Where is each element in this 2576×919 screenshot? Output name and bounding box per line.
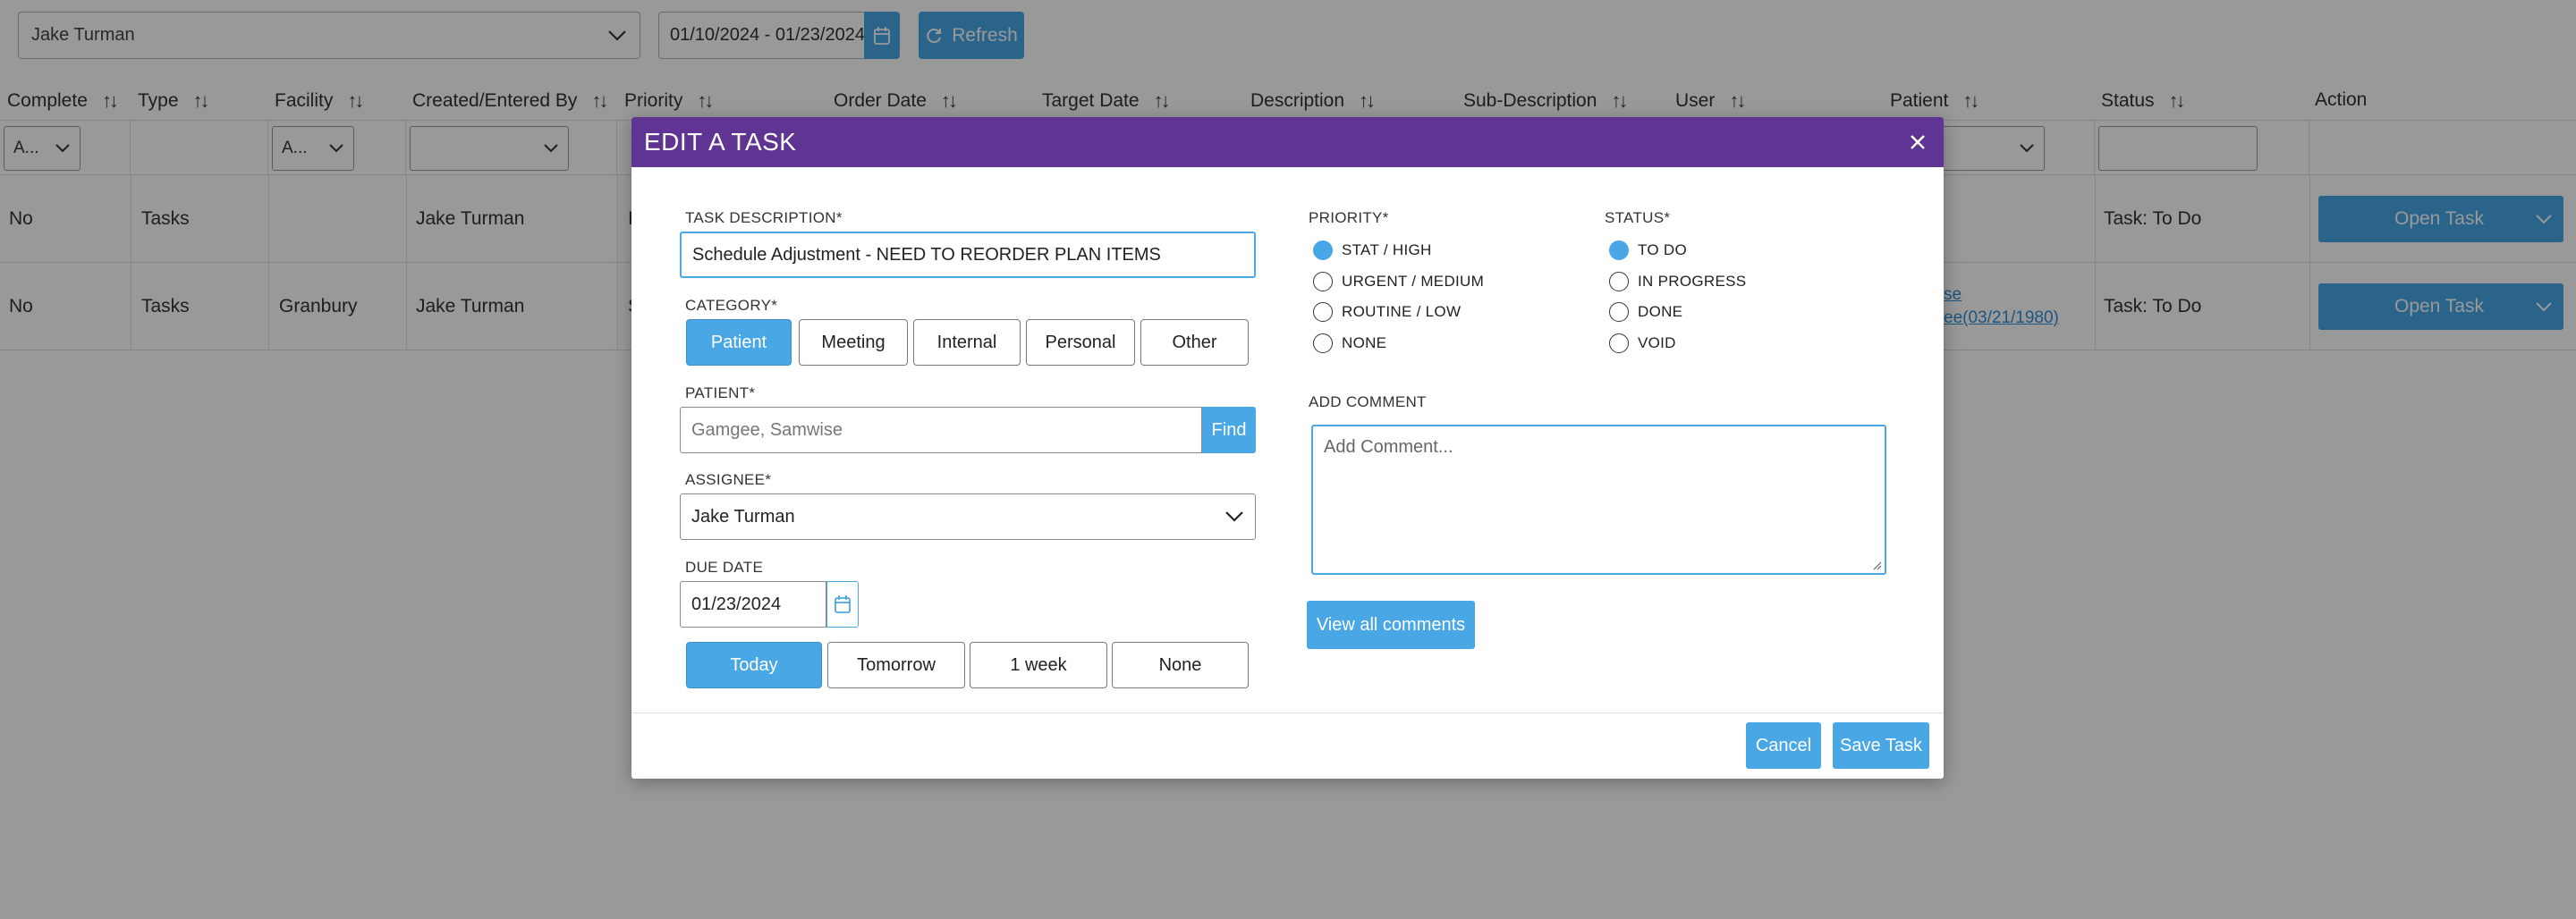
category-personal-button[interactable]: Personal bbox=[1026, 319, 1135, 366]
comment-textarea[interactable]: Add Comment... bbox=[1311, 425, 1886, 575]
category-meeting-button[interactable]: Meeting bbox=[799, 319, 908, 366]
due-date-input[interactable]: 01/23/2024 bbox=[680, 581, 826, 628]
close-icon[interactable] bbox=[1904, 129, 1931, 156]
resize-handle-icon[interactable] bbox=[1871, 560, 1882, 570]
comment-placeholder: Add Comment... bbox=[1324, 437, 1453, 457]
due-today-button[interactable]: Today bbox=[686, 642, 822, 688]
due-none-button[interactable]: None bbox=[1112, 642, 1249, 688]
task-description-input[interactable]: Schedule Adjustment - NEED TO REORDER PL… bbox=[680, 232, 1256, 278]
modal-title: EDIT A TASK bbox=[644, 128, 797, 156]
cancel-button[interactable]: Cancel bbox=[1746, 722, 1821, 769]
due-tomorrow-button[interactable]: Tomorrow bbox=[827, 642, 965, 688]
priority-stat-high-radio[interactable]: STAT / HIGH bbox=[1313, 240, 1432, 260]
view-all-comments-button[interactable]: View all comments bbox=[1307, 601, 1475, 649]
priority-routine-low-radio[interactable]: ROUTINE / LOW bbox=[1313, 302, 1461, 322]
calendar-icon[interactable] bbox=[826, 581, 859, 628]
modal-footer-divider bbox=[631, 712, 1944, 713]
patient-label: PATIENT* bbox=[685, 384, 756, 401]
patient-input[interactable]: Gamgee, Samwise bbox=[680, 407, 1202, 453]
assignee-select[interactable]: Jake Turman bbox=[680, 493, 1256, 540]
chevron-down-icon bbox=[1225, 511, 1243, 522]
category-patient-button[interactable]: Patient bbox=[686, 319, 792, 366]
priority-none-radio[interactable]: NONE bbox=[1313, 333, 1386, 353]
priority-urgent-medium-radio[interactable]: URGENT / MEDIUM bbox=[1313, 272, 1484, 291]
save-task-button[interactable]: Save Task bbox=[1833, 722, 1929, 769]
status-to-do-radio[interactable]: TO DO bbox=[1609, 240, 1687, 260]
category-internal-button[interactable]: Internal bbox=[913, 319, 1021, 366]
category-other-button[interactable]: Other bbox=[1140, 319, 1249, 366]
modal-header: EDIT A TASK bbox=[631, 117, 1944, 167]
task-description-label: TASK DESCRIPTION* bbox=[685, 209, 843, 226]
status-label: STATUS* bbox=[1605, 209, 1671, 226]
edit-task-modal: EDIT A TASK TASK DESCRIPTION* Schedule A… bbox=[631, 117, 1944, 779]
due-date-label: DUE DATE bbox=[685, 559, 764, 576]
status-void-radio[interactable]: VOID bbox=[1609, 333, 1676, 353]
add-comment-label: ADD COMMENT bbox=[1309, 393, 1427, 410]
assignee-label: ASSIGNEE* bbox=[685, 471, 772, 488]
priority-label: PRIORITY* bbox=[1309, 209, 1389, 226]
due-1-week-button[interactable]: 1 week bbox=[970, 642, 1107, 688]
status-in-progress-radio[interactable]: IN PROGRESS bbox=[1609, 272, 1746, 291]
assignee-value: Jake Turman bbox=[691, 506, 795, 527]
find-button[interactable]: Find bbox=[1202, 407, 1256, 453]
status-done-radio[interactable]: DONE bbox=[1609, 302, 1682, 322]
category-label: CATEGORY* bbox=[685, 297, 778, 314]
